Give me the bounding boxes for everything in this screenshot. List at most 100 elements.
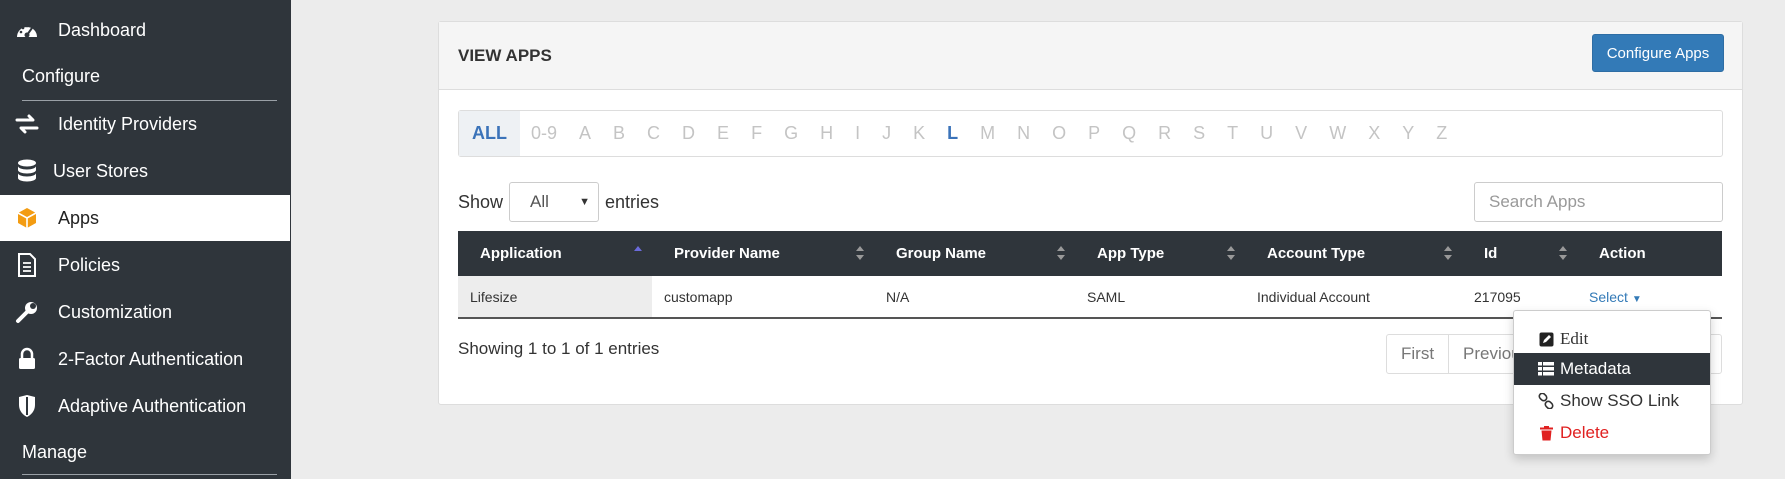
alpha-filter-letter[interactable]: U [1249,123,1284,144]
cell-application: Lifesize [458,276,652,318]
sidebar-item-label: User Stores [53,160,149,181]
alpha-filter-letter[interactable]: B [602,123,636,144]
alpha-filter-letter[interactable]: N [1006,123,1041,144]
lock-icon [14,346,40,372]
alpha-filter-0-9[interactable]: 0-9 [520,123,568,144]
entries-select-value: All [530,192,549,211]
sidebar-item-dashboard[interactable]: Dashboard [0,7,290,53]
alpha-filter-letter[interactable]: O [1041,123,1077,144]
alpha-filter-letter[interactable]: A [568,123,602,144]
divider [22,474,277,475]
alpha-filter-letter[interactable]: F [740,123,773,144]
alpha-filter-letter[interactable]: R [1147,123,1182,144]
sidebar-item-policies[interactable]: Policies [0,242,290,288]
menu-item-metadata[interactable]: Metadata [1514,353,1710,385]
alpha-filter-letter[interactable]: V [1284,123,1318,144]
table-header-row: Application Provider Name Group Name App… [458,231,1722,276]
alpha-filter-letter[interactable]: Z [1425,123,1458,144]
caret-down-icon: ▼ [579,196,591,208]
sort-icon [1559,246,1567,260]
alpha-filter-letter[interactable]: D [671,123,706,144]
column-action: Action [1599,245,1646,262]
alpha-filter-letter[interactable]: G [773,123,809,144]
column-group-name[interactable]: Group Name [874,231,1075,276]
alpha-filter-all[interactable]: ALL [459,111,520,156]
column-provider-name[interactable]: Provider Name [652,231,874,276]
cube-icon [14,205,40,231]
page-title: VIEW APPS [458,46,552,65]
alpha-filter-letter[interactable]: X [1357,123,1391,144]
caret-down-icon: ▼ [1631,293,1642,305]
sidebar-item-adaptive-auth[interactable]: Adaptive Authentication [0,383,290,429]
alpha-filter-letter[interactable]: Y [1391,123,1425,144]
search-input[interactable] [1474,182,1723,222]
alpha-filter-letter-l[interactable]: L [936,123,969,144]
sidebar-item-label: Adaptive Authentication [58,395,247,416]
alpha-filter-letter[interactable]: T [1216,123,1249,144]
sidebar-item-user-stores[interactable]: User Stores [0,148,290,194]
show-label: Show [458,191,504,212]
configure-apps-button[interactable]: Configure Apps [1592,34,1724,72]
cell-provider-name: customapp [664,288,733,305]
cell-group-name: N/A [886,288,910,305]
column-id[interactable]: Id [1462,231,1577,276]
menu-item-show-sso-link[interactable]: Show SSO Link [1514,385,1710,417]
alpha-filter-letter[interactable]: E [706,123,740,144]
sort-icon [1057,246,1065,260]
sidebar-item-apps[interactable]: Apps [0,195,290,241]
alpha-filter-letter[interactable]: K [902,123,936,144]
sort-asc-icon [634,246,642,251]
column-application[interactable]: Application [458,231,652,276]
menu-item-delete[interactable]: Delete [1514,417,1710,449]
entries-label: entries [605,191,660,212]
cell-account-type: Individual Account [1257,288,1370,305]
alpha-filter-letter[interactable]: W [1318,123,1357,144]
edit-icon [1538,331,1554,347]
sidebar-item-label: Identity Providers [58,113,198,134]
section-manage: Manage [22,442,88,462]
action-dropdown-menu: Edit Metadata Show SSO Link Delete [1513,310,1711,455]
alpha-filter-letter[interactable]: H [809,123,844,144]
trash-icon [1538,425,1554,441]
entries-select[interactable]: All ▼ [509,182,600,222]
column-account-type[interactable]: Account Type [1245,231,1462,276]
apps-table: Application Provider Name Group Name App… [458,231,1722,319]
wrench-icon [14,299,40,325]
alpha-filter-letter[interactable]: C [636,123,671,144]
sort-icon [856,246,864,260]
page-first-button[interactable]: First [1387,334,1450,374]
sidebar-item-label: Dashboard [58,19,147,40]
sidebar-item-customization[interactable]: Customization [0,289,290,335]
section-configure: Configure [22,66,101,86]
alpha-filter-letter[interactable]: I [844,123,871,144]
sort-icon [1227,246,1235,260]
menu-item-edit[interactable]: Edit [1514,323,1710,355]
panel-header: VIEW APPS Configure Apps [439,22,1742,90]
sidebar-item-label: Policies [58,254,121,275]
exchange-icon [14,111,40,137]
sidebar-item-2fa[interactable]: 2-Factor Authentication [0,336,290,382]
column-app-type[interactable]: App Type [1075,231,1245,276]
alpha-filter: ALL 0-9 A B C D E F G H I J K L M N O P … [458,110,1723,157]
alpha-filter-letter[interactable]: J [871,123,902,144]
link-icon [1538,393,1554,409]
alpha-filter-letter[interactable]: Q [1111,123,1147,144]
sidebar-item-label: 2-Factor Authentication [58,348,244,369]
alpha-filter-letter[interactable]: P [1077,123,1111,144]
entries-length: Show All ▼ entries [458,182,659,222]
sidebar-item-label: Apps [58,207,100,228]
cell-app-type: SAML [1087,288,1126,305]
table-list-icon [1538,361,1554,377]
sort-icon [1444,246,1452,260]
alpha-filter-letter[interactable]: S [1182,123,1216,144]
database-icon [14,158,40,184]
sidebar-item-identity-providers[interactable]: Identity Providers [0,101,290,147]
dashboard-icon [14,17,40,43]
action-select-button[interactable]: Select ▼ [1589,289,1642,305]
alpha-filter-letter[interactable]: M [969,123,1006,144]
shield-icon [14,393,40,419]
table-info: Showing 1 to 1 of 1 entries [458,339,660,358]
sidebar: Dashboard Configure Identity Providers U… [0,0,291,479]
sidebar-item-label: Customization [58,301,173,322]
document-icon [14,252,40,278]
